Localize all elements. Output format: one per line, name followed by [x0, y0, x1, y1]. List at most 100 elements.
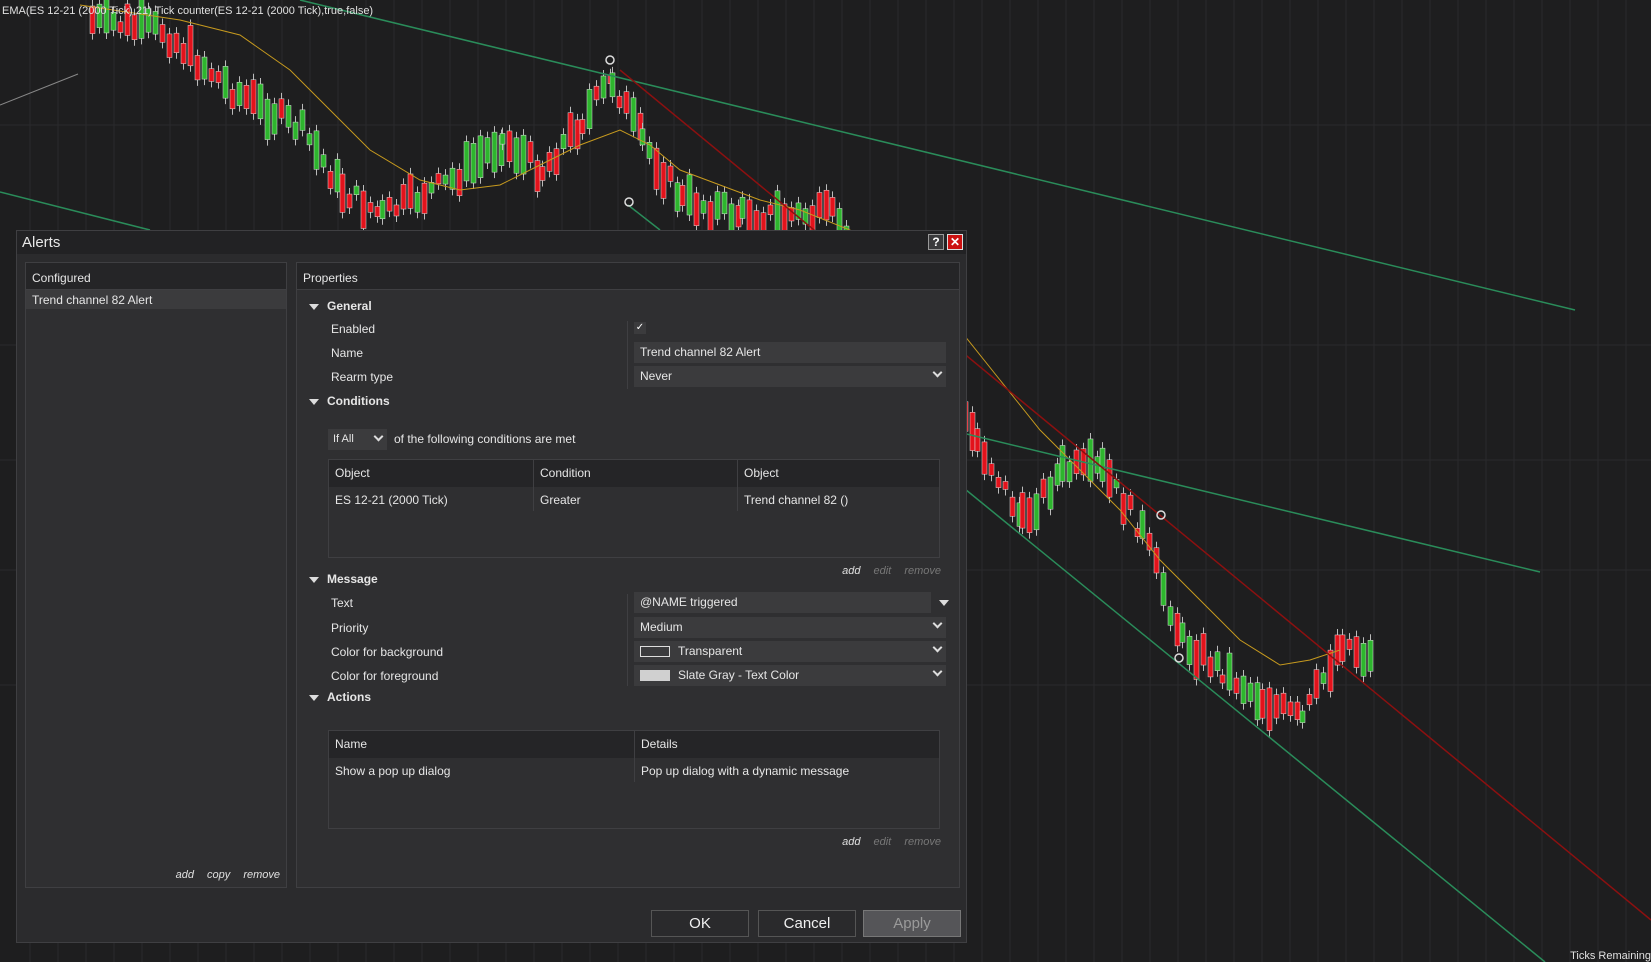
candle-body	[379, 200, 386, 220]
remove-alert-link[interactable]: remove	[243, 869, 280, 881]
candle-body	[250, 79, 257, 114]
candle-body	[173, 32, 180, 53]
candle-body	[208, 68, 215, 82]
trend-line-lower	[959, 484, 1546, 962]
candle-body	[1009, 496, 1016, 517]
candle-body	[201, 56, 208, 80]
candle-body	[166, 33, 173, 58]
help-button[interactable]: ?	[928, 234, 944, 250]
candle-body	[981, 441, 988, 475]
candle-body	[593, 85, 600, 101]
section-general[interactable]: General	[297, 299, 372, 313]
message-text-input[interactable]: @NAME triggered	[634, 592, 931, 613]
edit-action-link[interactable]: edit	[874, 836, 892, 848]
candle-body	[313, 130, 320, 170]
add-condition-link[interactable]: add	[842, 565, 860, 577]
candle-body	[513, 137, 520, 174]
candle-body	[1047, 476, 1054, 510]
fg-color-select[interactable]: Slate Gray - Text Color	[634, 665, 946, 686]
candle-body	[714, 191, 721, 220]
table-row[interactable]: Show a pop up dialog Pop up dialog with …	[329, 758, 939, 782]
candle-body	[222, 66, 229, 99]
section-conditions-label: Conditions	[327, 394, 390, 408]
apply-button[interactable]: Apply	[863, 910, 961, 937]
candle-body	[327, 171, 334, 189]
enabled-label: Enabled	[331, 322, 376, 336]
candle-body	[1346, 638, 1353, 650]
dropdown-arrow-icon[interactable]	[939, 600, 949, 606]
bg-color-select[interactable]: Transparent	[634, 641, 946, 662]
candle-body	[1033, 493, 1040, 531]
column-header[interactable]: Condition	[534, 460, 738, 487]
candle-body	[449, 167, 456, 190]
anchor-handle[interactable]	[1156, 510, 1166, 520]
configured-alert-item[interactable]: Trend channel 82 Alert	[26, 290, 286, 309]
name-input[interactable]: Trend channel 82 Alert	[634, 342, 946, 363]
text-label: Text	[331, 596, 354, 610]
candle-body	[679, 185, 686, 206]
candle-body	[414, 192, 421, 213]
candle-body	[1367, 639, 1374, 672]
color-swatch	[640, 670, 670, 682]
chevron-down-icon	[373, 431, 384, 442]
rearm-type-select[interactable]: Never	[634, 366, 946, 387]
collapse-arrow-icon[interactable]	[309, 694, 319, 701]
priority-select[interactable]: Medium	[634, 617, 946, 638]
column-header[interactable]: Object	[738, 460, 939, 487]
candle-body	[194, 55, 201, 81]
candle-body	[435, 173, 442, 185]
property-divider[interactable]	[627, 594, 628, 686]
section-conditions[interactable]: Conditions	[297, 394, 390, 408]
candle-body	[1167, 606, 1174, 626]
candle-body	[159, 24, 166, 43]
candle-body	[215, 71, 222, 83]
properties-panel: Properties General Enabled ✓ Name Trend …	[296, 262, 960, 888]
column-header[interactable]: Name	[329, 731, 635, 758]
enabled-checkbox[interactable]: ✓	[634, 322, 646, 334]
add-action-link[interactable]: add	[842, 836, 860, 848]
candle-body	[117, 21, 124, 33]
condition-mode-select[interactable]: If All	[328, 429, 387, 450]
candle-body	[491, 131, 498, 173]
table-cell: Show a pop up dialog	[329, 758, 635, 782]
candle-body	[180, 43, 187, 64]
close-button[interactable]: ✕	[947, 234, 963, 250]
candle-body	[600, 75, 607, 99]
alerts-dialog: Alerts ? ✕ Configured Trend channel 82 A…	[16, 230, 967, 943]
anchor-handle[interactable]	[624, 197, 634, 207]
candle-body	[1233, 677, 1240, 694]
anchor-handle[interactable]	[1174, 653, 1184, 663]
column-header[interactable]: Object	[329, 460, 534, 487]
candle-body	[653, 147, 660, 190]
trend-line-small	[627, 204, 661, 231]
section-message[interactable]: Message	[297, 572, 378, 586]
dialog-titlebar[interactable]: Alerts ? ✕	[17, 231, 966, 254]
candle-body	[292, 121, 299, 140]
section-actions[interactable]: Actions	[297, 690, 371, 704]
candle-body	[823, 189, 830, 221]
candle-body	[1360, 643, 1367, 677]
anchor-handle[interactable]	[605, 55, 615, 65]
candle-body	[1339, 634, 1346, 662]
candle-body	[1219, 674, 1226, 684]
ok-button[interactable]: OK	[651, 910, 749, 937]
collapse-arrow-icon[interactable]	[309, 398, 319, 405]
edit-condition-link[interactable]: edit	[874, 565, 892, 577]
candle-body	[1273, 694, 1280, 719]
cancel-button[interactable]: Cancel	[758, 910, 856, 937]
remove-condition-link[interactable]: remove	[904, 565, 941, 577]
remove-action-link[interactable]: remove	[904, 836, 941, 848]
property-divider[interactable]	[627, 321, 628, 389]
candle-body	[1240, 675, 1247, 704]
copy-alert-link[interactable]: copy	[207, 869, 230, 881]
chevron-down-icon	[932, 642, 943, 653]
add-alert-link[interactable]: add	[176, 869, 194, 881]
collapse-arrow-icon[interactable]	[309, 576, 319, 583]
candle-body	[674, 182, 681, 212]
table-row[interactable]: ES 12-21 (2000 Tick) Greater Trend chann…	[329, 487, 939, 511]
candle-body	[567, 112, 574, 147]
column-header[interactable]: Details	[635, 731, 939, 758]
collapse-arrow-icon[interactable]	[309, 303, 319, 310]
candle-body	[1040, 478, 1047, 498]
candle-body	[774, 190, 781, 234]
